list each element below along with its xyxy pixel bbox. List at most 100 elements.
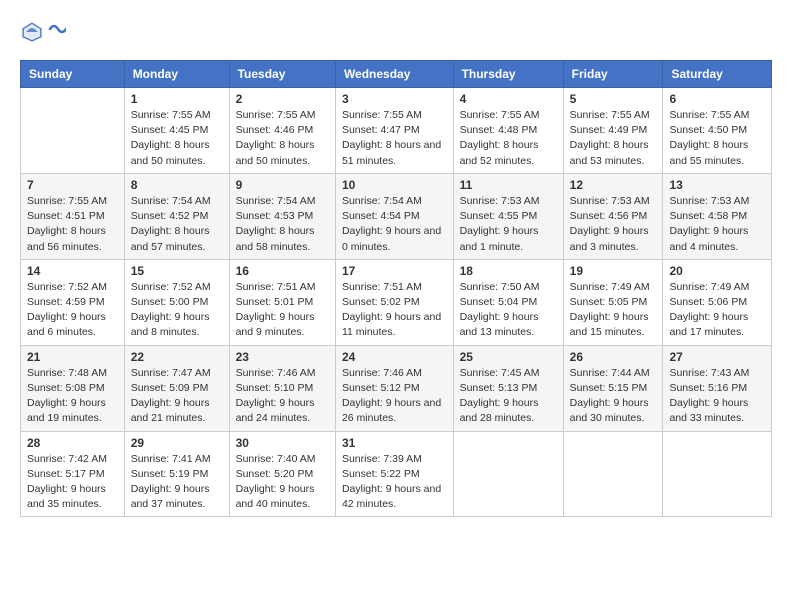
calendar-cell: 7 Sunrise: 7:55 AMSunset: 4:51 PMDaylight…: [21, 173, 125, 259]
calendar-cell: 16 Sunrise: 7:51 AMSunset: 5:01 PMDayligh…: [229, 259, 335, 345]
col-header-thursday: Thursday: [453, 61, 563, 88]
day-info: Sunrise: 7:47 AMSunset: 5:09 PMDaylight:…: [131, 366, 223, 427]
calendar-cell: 4 Sunrise: 7:55 AMSunset: 4:48 PMDaylight…: [453, 88, 563, 174]
day-info: Sunrise: 7:54 AMSunset: 4:53 PMDaylight:…: [236, 194, 329, 255]
day-number: 30: [236, 436, 329, 450]
calendar-cell: 27Sunrise: 7:43 AMSunset: 5:16 PMDayligh…: [663, 345, 772, 431]
calendar-header-row: SundayMondayTuesdayWednesdayThursdayFrid…: [21, 61, 772, 88]
calendar-cell: 22 Sunrise: 7:47 AMSunset: 5:09 PMDayligh…: [124, 345, 229, 431]
day-info: Sunrise: 7:40 AMSunset: 5:20 PMDaylight:…: [236, 452, 329, 513]
calendar-cell: 30 Sunrise: 7:40 AMSunset: 5:20 PMDayligh…: [229, 431, 335, 517]
day-number: 7: [27, 178, 118, 192]
calendar-cell: 9Sunrise: 7:54 AMSunset: 4:53 PMDaylight…: [229, 173, 335, 259]
calendar-cell: 12Sunrise: 7:53 AMSunset: 4:56 PMDayligh…: [563, 173, 663, 259]
day-number: 18: [460, 264, 557, 278]
calendar-cell: 3Sunrise: 7:55 AMSunset: 4:47 PMDaylight…: [335, 88, 453, 174]
day-number: 20: [669, 264, 765, 278]
col-header-sunday: Sunday: [21, 61, 125, 88]
logo-wave-icon: [48, 21, 66, 43]
calendar-week-row: 14Sunrise: 7:52 AMSunset: 4:59 PMDayligh…: [21, 259, 772, 345]
day-info: Sunrise: 7:55 AMSunset: 4:49 PMDaylight:…: [570, 108, 657, 169]
calendar-cell: 10 Sunrise: 7:54 AMSunset: 4:54 PMDayligh…: [335, 173, 453, 259]
calendar-week-row: 28 Sunrise: 7:42 AMSunset: 5:17 PMDayligh…: [21, 431, 772, 517]
day-number: 16: [236, 264, 329, 278]
calendar-cell: 19 Sunrise: 7:49 AMSunset: 5:05 PMDayligh…: [563, 259, 663, 345]
calendar-cell: [453, 431, 563, 517]
day-number: 24: [342, 350, 447, 364]
calendar-cell: 2Sunrise: 7:55 AMSunset: 4:46 PMDaylight…: [229, 88, 335, 174]
day-number: 25: [460, 350, 557, 364]
day-info: Sunrise: 7:49 AMSunset: 5:05 PMDaylight:…: [570, 280, 657, 341]
calendar-cell: 1 Sunrise: 7:55 AMSunset: 4:45 PMDaylight…: [124, 88, 229, 174]
day-number: 13: [669, 178, 765, 192]
calendar-cell: 28 Sunrise: 7:42 AMSunset: 5:17 PMDayligh…: [21, 431, 125, 517]
calendar-table: SundayMondayTuesdayWednesdayThursdayFrid…: [20, 60, 772, 517]
day-info: Sunrise: 7:55 AMSunset: 4:47 PMDaylight:…: [342, 108, 447, 169]
day-number: 26: [570, 350, 657, 364]
day-number: 5: [570, 92, 657, 106]
calendar-cell: 18 Sunrise: 7:50 AMSunset: 5:04 PMDayligh…: [453, 259, 563, 345]
calendar-cell: 25Sunrise: 7:45 AMSunset: 5:13 PMDayligh…: [453, 345, 563, 431]
day-number: 17: [342, 264, 447, 278]
day-info: Sunrise: 7:55 AMSunset: 4:51 PMDaylight:…: [27, 194, 118, 255]
logo-text-container: [48, 21, 66, 43]
calendar-cell: [563, 431, 663, 517]
day-info: Sunrise: 7:39 AMSunset: 5:22 PMDaylight:…: [342, 452, 447, 513]
calendar-cell: 15 Sunrise: 7:52 AMSunset: 5:00 PMDayligh…: [124, 259, 229, 345]
day-info: Sunrise: 7:53 AMSunset: 4:55 PMDaylight:…: [460, 194, 557, 255]
calendar-cell: 23 Sunrise: 7:46 AMSunset: 5:10 PMDayligh…: [229, 345, 335, 431]
calendar-cell: 24 Sunrise: 7:46 AMSunset: 5:12 PMDayligh…: [335, 345, 453, 431]
day-number: 15: [131, 264, 223, 278]
day-number: 31: [342, 436, 447, 450]
col-header-saturday: Saturday: [663, 61, 772, 88]
day-info: Sunrise: 7:46 AMSunset: 5:12 PMDaylight:…: [342, 366, 447, 427]
day-info: Sunrise: 7:54 AMSunset: 4:54 PMDaylight:…: [342, 194, 447, 255]
day-info: Sunrise: 7:55 AMSunset: 4:50 PMDaylight:…: [669, 108, 765, 169]
day-info: Sunrise: 7:53 AMSunset: 4:58 PMDaylight:…: [669, 194, 765, 255]
calendar-cell: 20Sunrise: 7:49 AMSunset: 5:06 PMDayligh…: [663, 259, 772, 345]
day-info: Sunrise: 7:44 AMSunset: 5:15 PMDaylight:…: [570, 366, 657, 427]
day-number: 8: [131, 178, 223, 192]
calendar-cell: 6 Sunrise: 7:55 AMSunset: 4:50 PMDaylight…: [663, 88, 772, 174]
day-info: Sunrise: 7:55 AMSunset: 4:45 PMDaylight:…: [131, 108, 223, 169]
calendar-week-row: 1 Sunrise: 7:55 AMSunset: 4:45 PMDaylight…: [21, 88, 772, 174]
col-header-friday: Friday: [563, 61, 663, 88]
logo-icon: [20, 20, 44, 44]
day-number: 29: [131, 436, 223, 450]
day-info: Sunrise: 7:55 AMSunset: 4:48 PMDaylight:…: [460, 108, 557, 169]
day-info: Sunrise: 7:42 AMSunset: 5:17 PMDaylight:…: [27, 452, 118, 513]
col-header-monday: Monday: [124, 61, 229, 88]
logo: [20, 20, 66, 44]
day-info: Sunrise: 7:48 AMSunset: 5:08 PMDaylight:…: [27, 366, 118, 427]
day-info: Sunrise: 7:51 AMSunset: 5:01 PMDaylight:…: [236, 280, 329, 341]
day-info: Sunrise: 7:41 AMSunset: 5:19 PMDaylight:…: [131, 452, 223, 513]
day-info: Sunrise: 7:46 AMSunset: 5:10 PMDaylight:…: [236, 366, 329, 427]
day-info: Sunrise: 7:53 AMSunset: 4:56 PMDaylight:…: [570, 194, 657, 255]
calendar-cell: 31 Sunrise: 7:39 AMSunset: 5:22 PMDayligh…: [335, 431, 453, 517]
day-info: Sunrise: 7:51 AMSunset: 5:02 PMDaylight:…: [342, 280, 447, 341]
day-info: Sunrise: 7:50 AMSunset: 5:04 PMDaylight:…: [460, 280, 557, 341]
day-number: 10: [342, 178, 447, 192]
day-number: 23: [236, 350, 329, 364]
day-number: 21: [27, 350, 118, 364]
day-number: 22: [131, 350, 223, 364]
day-number: 4: [460, 92, 557, 106]
day-number: 19: [570, 264, 657, 278]
day-info: Sunrise: 7:43 AMSunset: 5:16 PMDaylight:…: [669, 366, 765, 427]
calendar-cell: [21, 88, 125, 174]
header: [20, 20, 772, 44]
day-number: 2: [236, 92, 329, 106]
day-number: 1: [131, 92, 223, 106]
day-number: 6: [669, 92, 765, 106]
calendar-week-row: 21 Sunrise: 7:48 AMSunset: 5:08 PMDayligh…: [21, 345, 772, 431]
day-info: Sunrise: 7:52 AMSunset: 4:59 PMDaylight:…: [27, 280, 118, 341]
col-header-wednesday: Wednesday: [335, 61, 453, 88]
calendar-cell: 5 Sunrise: 7:55 AMSunset: 4:49 PMDaylight…: [563, 88, 663, 174]
calendar-week-row: 7 Sunrise: 7:55 AMSunset: 4:51 PMDaylight…: [21, 173, 772, 259]
day-number: 28: [27, 436, 118, 450]
col-header-tuesday: Tuesday: [229, 61, 335, 88]
day-info: Sunrise: 7:54 AMSunset: 4:52 PMDaylight:…: [131, 194, 223, 255]
calendar-cell: 17 Sunrise: 7:51 AMSunset: 5:02 PMDayligh…: [335, 259, 453, 345]
calendar-cell: 11Sunrise: 7:53 AMSunset: 4:55 PMDayligh…: [453, 173, 563, 259]
day-info: Sunrise: 7:52 AMSunset: 5:00 PMDaylight:…: [131, 280, 223, 341]
